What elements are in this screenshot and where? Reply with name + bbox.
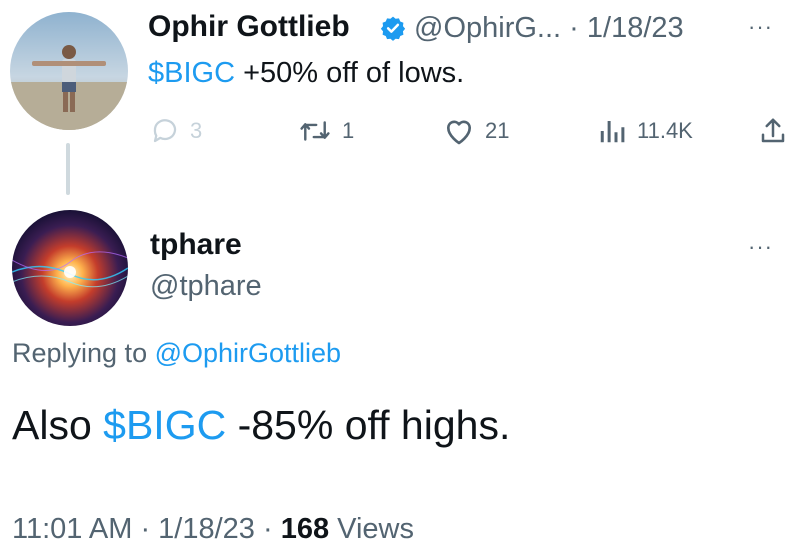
like-icon: [447, 120, 471, 145]
avatar-tphare-image: [12, 210, 128, 326]
footer-separator: ·: [132, 513, 159, 545]
verified-badge-icon: [380, 16, 406, 41]
views-count[interactable]: 168: [281, 513, 329, 545]
reply-action[interactable]: 3: [150, 116, 202, 146]
tweet1-meta: @OphirG... · 1/18/23: [414, 12, 684, 45]
tweet1-text-body: +50% off of lows.: [235, 57, 465, 89]
tweet1-date[interactable]: 1/18/23: [587, 12, 684, 44]
share-icon: [761, 118, 785, 143]
retweet-action[interactable]: 1: [298, 116, 354, 146]
retweet-icon: [300, 121, 330, 141]
like-action[interactable]: 21: [443, 116, 509, 146]
more-icon[interactable]: ···: [748, 14, 773, 40]
tweet1-cashtag-link[interactable]: $BIGC: [148, 57, 235, 89]
tweet2-cashtag-link[interactable]: $BIGC: [103, 402, 226, 448]
share-action[interactable]: [758, 116, 788, 151]
view-count: 11.4K: [637, 118, 693, 143]
tweet2-text-prefix: Also: [12, 402, 104, 448]
more-icon[interactable]: ···: [748, 234, 773, 260]
tweet2-author-name[interactable]: tphare: [150, 228, 242, 262]
tweet1-meta-separator: ·: [569, 12, 579, 44]
replying-to-line: Replying to @OphirGottlieb: [12, 338, 341, 369]
replying-prefix: Replying to: [12, 338, 155, 368]
views-action[interactable]: 11.4K: [597, 116, 693, 146]
reply-count: 3: [190, 118, 203, 143]
avatar-ophir[interactable]: [10, 12, 128, 130]
tweet2-text-body: -85% off highs.: [226, 402, 511, 448]
tweet1-text: $BIGC +50% off of lows.: [148, 57, 464, 90]
views-label: Views: [329, 513, 414, 545]
reply-icon: [153, 119, 177, 143]
retweet-count: 1: [342, 118, 355, 143]
replying-handle-link[interactable]: @OphirGottlieb: [155, 338, 341, 368]
avatar-tphare[interactable]: [12, 210, 128, 326]
tweet2-text: Also $BIGC -85% off highs.: [12, 402, 510, 449]
tweet2-time[interactable]: 11:01 AM: [12, 513, 132, 545]
views-icon: [600, 121, 625, 143]
like-count: 21: [485, 118, 510, 143]
tweet2-date[interactable]: 1/18/23: [158, 513, 255, 545]
avatar-ophir-image: [10, 12, 128, 130]
tweet1-handle[interactable]: @OphirG...: [414, 12, 561, 44]
tweet2-footer: 11:01 AM · 1/18/23 · 168 Views: [12, 513, 414, 546]
footer-separator: ·: [254, 513, 281, 545]
thread-connector-line: [66, 143, 70, 195]
tweet1-author-name[interactable]: Ophir Gottlieb: [148, 10, 350, 44]
tweet2-handle[interactable]: @tphare: [150, 270, 262, 303]
